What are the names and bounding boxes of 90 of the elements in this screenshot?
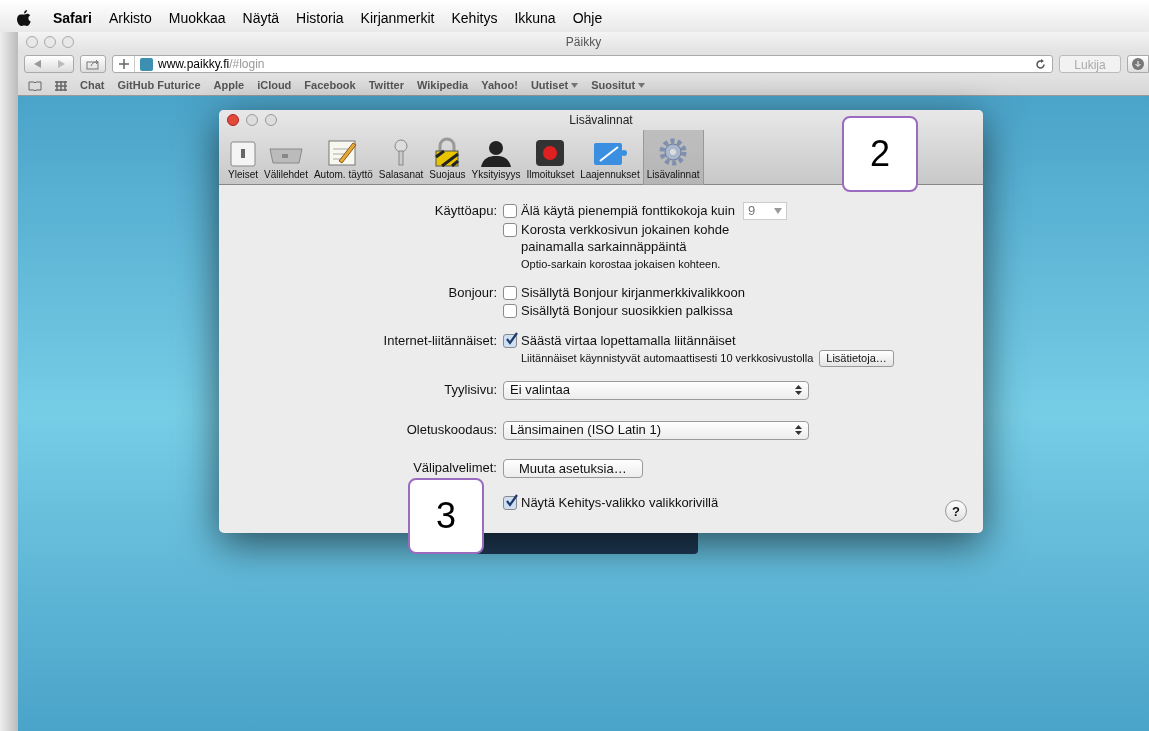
person-silhouette-icon: [478, 139, 513, 167]
menu-item[interactable]: Ikkuna: [514, 8, 556, 29]
grid-icon[interactable]: [55, 80, 67, 91]
checkbox[interactable]: [503, 223, 517, 237]
preference-tab[interactable]: Salasanat: [375, 130, 427, 185]
menu-item[interactable]: Arkisto: [108, 8, 152, 29]
back-forward-buttons[interactable]: [24, 55, 74, 73]
minimize-button[interactable]: [44, 36, 56, 48]
checkbox-label: Näytä Kehitys-valikko valikkorivillä: [521, 493, 719, 511]
stepper-arrows-icon: [795, 425, 802, 435]
switch-icon: [229, 141, 257, 167]
checkbox[interactable]: [503, 285, 517, 300]
site-favicon: [140, 57, 153, 71]
preference-tab[interactable]: Yleiset: [225, 130, 261, 185]
bookmark-link[interactable]: Uutiset: [530, 77, 579, 94]
back-arrow-icon: [33, 60, 41, 68]
bookmark-link[interactable]: Apple: [213, 77, 245, 94]
forward-arrow-icon: [57, 60, 65, 68]
hint-text: Liitännäiset käynnistyvät automaattisesti 10 verkkosivustolla: [521, 350, 814, 366]
menu-item[interactable]: Kehitys: [451, 8, 498, 29]
checkbox-label: Sisällytä Bonjour kirjanmerkkivalikkoon: [521, 283, 745, 301]
checkmark-icon: [505, 331, 519, 346]
setting-label: Bonjour:: [448, 284, 497, 300]
help-button[interactable]: ?: [945, 500, 967, 522]
menu-item[interactable]: Ohje: [572, 8, 603, 29]
menu-item[interactable]: Muokkaa: [168, 8, 226, 29]
preference-tab[interactable]: Välilehdet: [261, 130, 311, 185]
downloads-button[interactable]: [1127, 55, 1149, 73]
checkmark-icon: [505, 493, 519, 508]
preference-tab[interactable]: Autom. täyttö: [310, 130, 376, 185]
share-button[interactable]: [80, 55, 106, 73]
dropdown-caret-icon: [773, 208, 782, 214]
download-icon: [1132, 58, 1144, 70]
apple-logo-icon[interactable]: [16, 10, 32, 27]
key-icon: [393, 139, 410, 167]
bookmark-link[interactable]: Yahoo!: [481, 77, 518, 94]
address-bar[interactable]: www.paikky.fi/#login: [112, 55, 1053, 73]
menu-item[interactable]: Näytä: [242, 8, 280, 29]
book-icon[interactable]: [28, 80, 42, 91]
window-title: Päikky: [565, 34, 602, 51]
callout-number: 2: [842, 116, 918, 192]
url-text: www.paikky.fi/#login: [158, 56, 266, 73]
preference-tab[interactable]: Yksityisyys: [468, 130, 524, 185]
bookmark-link[interactable]: Wikipedia: [416, 77, 469, 94]
more-info-button[interactable]: Lisätietoja…: [819, 349, 894, 367]
close-button[interactable]: [227, 114, 239, 126]
hint-text: Optio-sarkain korostaa jokaisen kohteen.: [521, 257, 721, 272]
menu-item[interactable]: Kirjanmerkit: [360, 8, 435, 29]
setting-label: Välipalvelimet:: [413, 459, 497, 475]
minimize-button[interactable]: [246, 114, 258, 126]
checkbox-label: Korosta verkkosivun jokainen kohde painamalla sarkainnäppäintä: [521, 221, 731, 255]
bookmark-link[interactable]: Twitter: [368, 77, 404, 94]
checkbox-label: Älä käytä pienempiä fonttikokoja kuin: [521, 202, 735, 219]
preference-tab[interactable]: Lisävalinnat: [642, 130, 704, 185]
zoom-button[interactable]: [62, 36, 74, 48]
checkbox[interactable]: [503, 495, 517, 510]
stepper-arrows-icon: [795, 385, 802, 395]
bookmark-link[interactable]: Facebook: [304, 77, 356, 94]
popup-menu[interactable]: Länsimainen (ISO Latin 1): [503, 420, 809, 440]
bookmark-link[interactable]: GitHub Futurice: [117, 77, 201, 94]
bookmark-link[interactable]: Chat: [80, 77, 105, 94]
checkbox[interactable]: [503, 333, 517, 348]
popup-menu[interactable]: Ei valintaa: [503, 380, 809, 400]
share-icon: [86, 58, 100, 70]
preference-tab[interactable]: Suojaus: [426, 130, 469, 185]
preference-tab[interactable]: Laajennukset: [577, 130, 643, 185]
setting-label: Internet-liitännäiset:: [383, 332, 497, 348]
checkbox[interactable]: [503, 303, 517, 318]
tab-bar-icon: [267, 145, 304, 167]
record-icon: [535, 139, 566, 167]
bookmark-link[interactable]: Suositut: [591, 77, 646, 94]
plus-icon[interactable]: [118, 59, 129, 69]
callout-number: 3: [408, 478, 484, 554]
bookmark-link[interactable]: iCloud: [257, 77, 292, 94]
checkbox-label: Sisällytä Bonjour suosikkien palkissa: [521, 301, 733, 319]
window-title: Lisävalinnat: [569, 112, 633, 129]
setting-label: Käyttöapu:: [434, 203, 497, 218]
padlock-icon: [433, 137, 462, 167]
preference-tab[interactable]: Ilmoitukset: [523, 130, 578, 185]
dropdown-caret-icon: [638, 83, 646, 88]
checkbox[interactable]: [503, 204, 517, 218]
dropdown-caret-icon: [571, 83, 579, 88]
setting-label: Tyylisivu:: [444, 381, 497, 397]
checkbox-label: Säästä virtaa lopettamalla liitännäiset: [521, 331, 736, 349]
menu-item[interactable]: Safari: [53, 8, 92, 29]
reload-icon[interactable]: [1035, 58, 1046, 70]
zoom-button[interactable]: [265, 114, 277, 126]
change-settings-button[interactable]: Muuta asetuksia…: [503, 458, 643, 478]
setting-label: Oletuskoodaus:: [406, 421, 497, 437]
menu-item[interactable]: Historia: [296, 8, 344, 29]
